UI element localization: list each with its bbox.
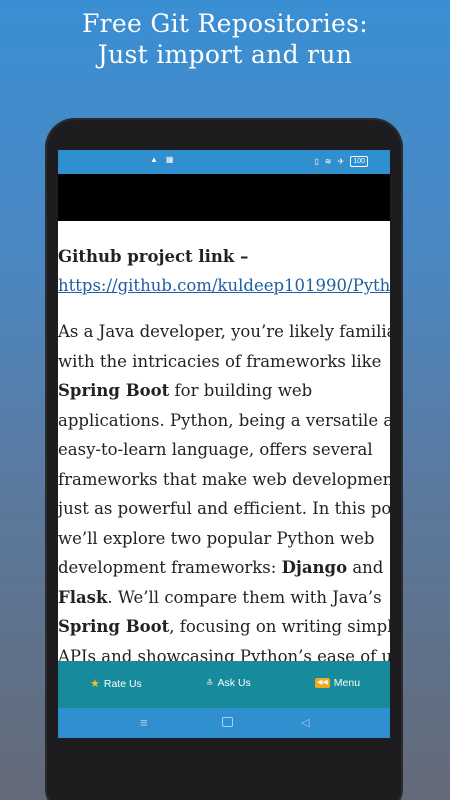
menu-label: Menu [333, 677, 361, 689]
promo-headline-line1: Free Git Repositories: [82, 9, 368, 38]
home-icon[interactable] [222, 717, 233, 727]
paragraph-line: with the intricacies of frameworks like [58, 351, 382, 371]
bold-term: Spring Boot [58, 617, 170, 636]
paragraph-line: applications. Python, being a versatile … [58, 410, 390, 430]
ad-banner[interactable] [58, 174, 390, 221]
promo-headline: Free Git Repositories: Just import and r… [0, 8, 450, 70]
vibrate-icon: ▯ [314, 157, 319, 166]
recent-apps-icon[interactable]: ≡ [140, 715, 148, 731]
paragraph-line: APIs and showcasing Python’s ease of use [58, 646, 390, 663]
ask-icon: ≛ [206, 677, 214, 688]
rate-us-label: Rate Us [103, 677, 142, 690]
ask-us-label: Ask Us [217, 677, 251, 689]
menu-button[interactable]: ◀◀ Menu [315, 677, 360, 689]
github-url-link[interactable]: https://github.com/kuldeep101990/Python [58, 276, 390, 295]
paragraph-line: development frameworks: [58, 558, 282, 577]
paragraph-line: easy-to-learn language, offers several [58, 440, 373, 459]
github-link-line: Github project link – [58, 242, 390, 271]
paragraph-line: As a Java developer, you’re likely famil… [58, 322, 390, 341]
bottom-nav: ★ Rate Us ≛ Ask Us ◀◀ Menu [58, 661, 390, 708]
rewind-icon: ◀◀ [315, 678, 330, 688]
paragraph-line: frameworks that make web development [58, 469, 390, 489]
calendar-icon: ▦ [165, 155, 174, 164]
paragraph-line: . We’ll compare them with Java’s [107, 587, 382, 607]
system-nav-bar: ≡ ◁ [58, 708, 390, 738]
phone-screen: ▲ ▦ ▯ ≋ ✈ 100 Github project link – http… [58, 150, 390, 738]
airplane-icon: ✈ [337, 157, 345, 166]
bold-term: Spring Boot [58, 381, 170, 400]
article-content: Github project link – https://github.com… [58, 242, 390, 662]
bold-term: Flask [58, 587, 108, 607]
star-icon: ★ [90, 678, 100, 690]
promo-headline-line2: Just import and run [97, 40, 353, 69]
notification-icon: ▲ [150, 155, 158, 164]
paragraph-line: we’ll explore two popular Python web [58, 528, 375, 548]
battery-icon: 100 [350, 156, 368, 167]
article-paragraph: As a Java developer, you’re likely famil… [58, 317, 390, 662]
ask-us-button[interactable]: ≛ Ask Us [206, 677, 251, 689]
paragraph-line: just as powerful and efficient. In this … [58, 499, 390, 518]
status-bar: ▲ ▦ ▯ ≋ ✈ 100 [58, 150, 390, 174]
back-icon[interactable]: ◁ [301, 715, 309, 731]
paragraph-line: and [347, 558, 384, 577]
paragraph-line: , focusing on writing simple [169, 617, 390, 636]
rate-us-button[interactable]: ★ Rate Us [90, 677, 142, 691]
wifi-icon: ≋ [324, 157, 332, 166]
paragraph-line: for building web [169, 381, 313, 400]
github-label: Github project link – [58, 247, 249, 266]
bold-term: Django [281, 558, 348, 577]
